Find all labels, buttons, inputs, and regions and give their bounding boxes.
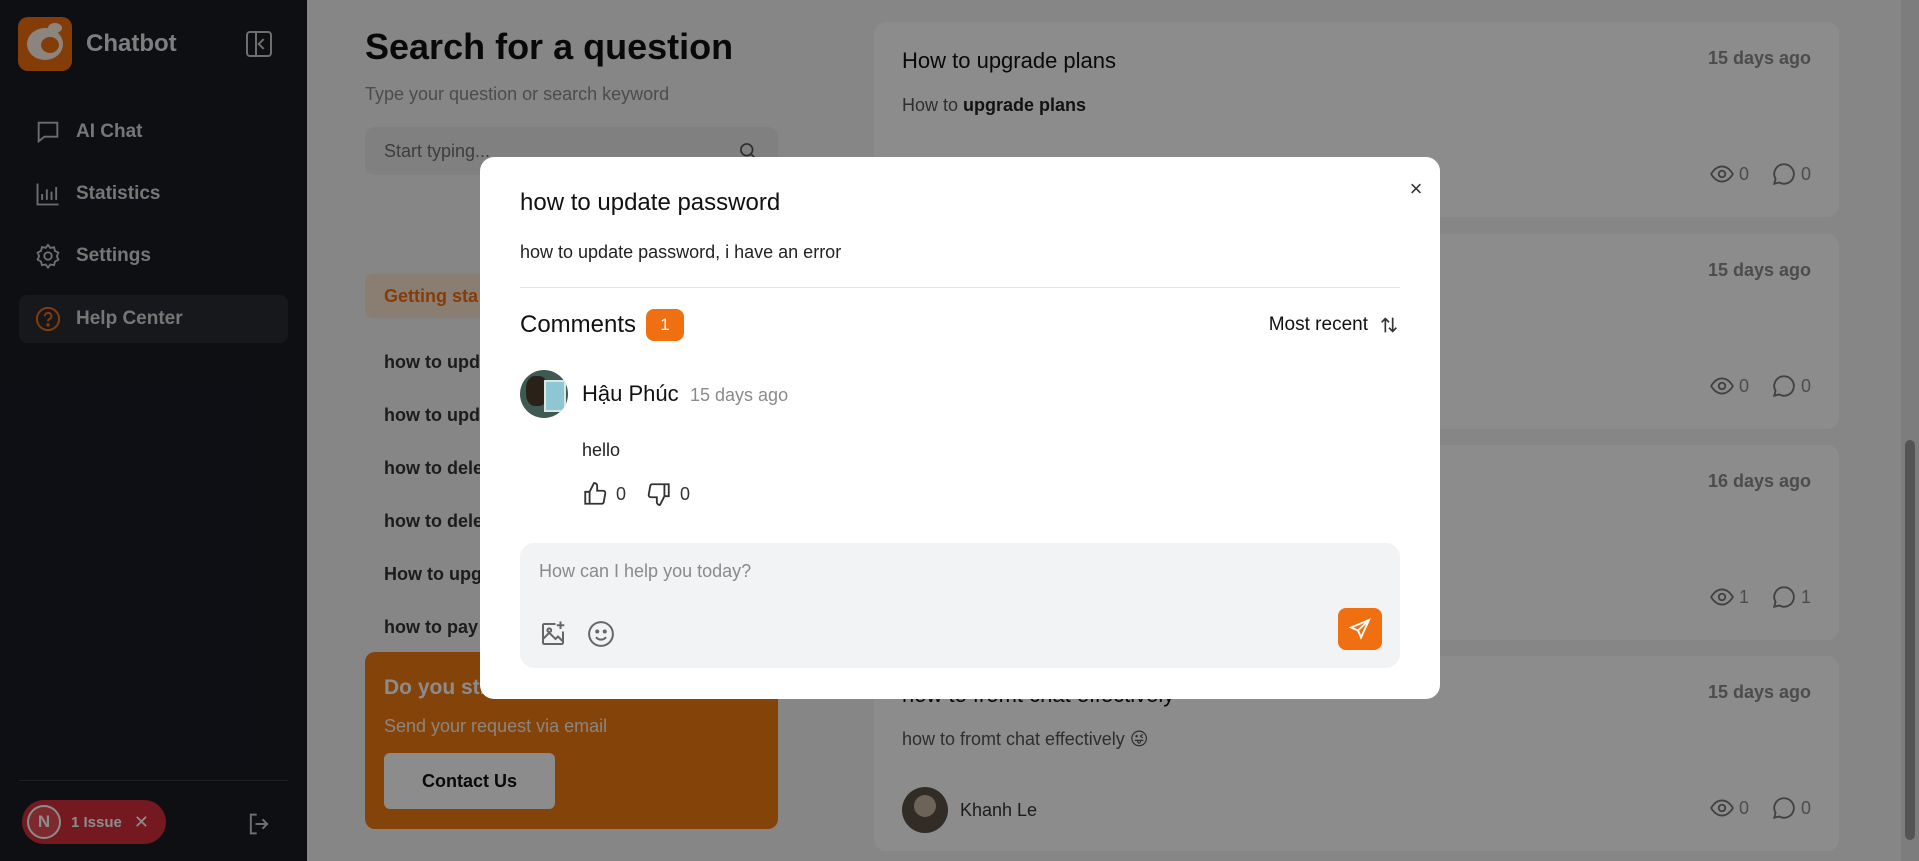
modal-title: how to update password	[520, 189, 781, 216]
comments-count-badge: 1	[646, 309, 685, 341]
send-icon	[1348, 618, 1371, 640]
comment-body: hello	[582, 440, 621, 460]
comments-header: Comments 1	[520, 309, 685, 341]
comment-author: Hậu Phúc	[582, 381, 679, 406]
avatar	[520, 370, 568, 418]
comment-composer	[520, 543, 1400, 668]
sort-label: Most recent	[1268, 314, 1368, 335]
close-icon[interactable]: ×	[1404, 177, 1428, 201]
image-upload-icon[interactable]	[538, 619, 568, 649]
send-button[interactable]	[1338, 608, 1382, 650]
comment-input[interactable]	[539, 561, 1359, 582]
dislike-count: 0	[680, 483, 691, 504]
sort-button[interactable]: Most recent	[1269, 314, 1400, 336]
like-count: 0	[616, 483, 627, 504]
thumbs-up-icon[interactable]	[582, 481, 608, 507]
comment-actions: 0 0	[582, 481, 690, 507]
modal-description: how to update password, i have an error	[520, 242, 842, 262]
divider	[520, 287, 1400, 288]
emoji-icon[interactable]	[586, 619, 616, 649]
question-detail-modal: × how to update password how to update p…	[480, 157, 1440, 699]
comments-label: Comments	[520, 311, 637, 338]
sort-icon	[1381, 317, 1397, 333]
thumbs-down-icon[interactable]	[646, 481, 672, 507]
comment-time: 15 days ago	[690, 385, 789, 405]
